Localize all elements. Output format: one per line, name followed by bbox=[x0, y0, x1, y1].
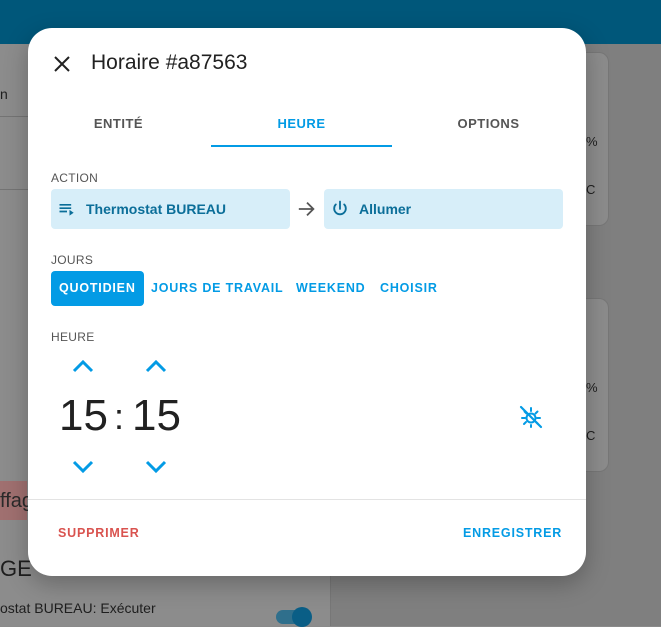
hour-value[interactable]: 15 bbox=[59, 392, 108, 440]
footer-divider bbox=[28, 499, 586, 500]
background-toggle bbox=[276, 607, 312, 627]
schedule-dialog: Horaire #a87563 ENTITÉ HEURE OPTIONS ACT… bbox=[28, 28, 586, 576]
hour-decrease-button[interactable] bbox=[65, 452, 101, 480]
day-option-weekend[interactable]: WEEKEND bbox=[296, 271, 366, 306]
background-text: C bbox=[586, 428, 596, 443]
tab-time[interactable]: HEURE bbox=[211, 110, 392, 146]
background-text: % bbox=[586, 134, 598, 149]
sun-mode-toggle-button[interactable] bbox=[518, 404, 544, 430]
background-text: n bbox=[0, 86, 8, 102]
time-separator: : bbox=[114, 396, 125, 437]
background-text: C bbox=[586, 182, 596, 197]
entity-chip[interactable]: Thermostat BUREAU bbox=[51, 189, 290, 229]
hour-increase-button[interactable] bbox=[65, 353, 101, 381]
arrow-right-icon bbox=[298, 201, 315, 217]
entity-name: Thermostat BUREAU bbox=[86, 201, 227, 217]
chevron-down-icon bbox=[145, 460, 167, 474]
close-icon bbox=[54, 56, 70, 72]
background-list-item: ostat BUREAU: Exécuter bbox=[0, 600, 156, 616]
close-button[interactable] bbox=[50, 52, 74, 76]
tab-options[interactable]: OPTIONS bbox=[398, 110, 579, 146]
chevron-down-icon bbox=[72, 460, 94, 474]
active-tab-indicator bbox=[211, 145, 392, 147]
tab-entity[interactable]: ENTITÉ bbox=[28, 110, 209, 146]
minute-value[interactable]: 15 bbox=[132, 392, 181, 440]
chevron-up-icon bbox=[145, 359, 167, 373]
day-option-choose[interactable]: CHOISIR bbox=[380, 271, 438, 306]
toggle-knob bbox=[292, 607, 312, 627]
power-icon bbox=[333, 200, 347, 216]
day-option-workdays[interactable]: JOURS DE TRAVAIL bbox=[151, 271, 283, 306]
chevron-up-icon bbox=[72, 359, 94, 373]
background-text: % bbox=[586, 380, 598, 395]
action-label: ACTION bbox=[51, 171, 99, 185]
save-button[interactable]: ENREGISTRER bbox=[463, 526, 562, 540]
playlist-play-icon bbox=[59, 204, 74, 216]
time-label: HEURE bbox=[51, 330, 95, 344]
day-option-daily[interactable]: QUOTIDIEN bbox=[51, 271, 144, 306]
weather-sunset-off-icon bbox=[519, 405, 543, 429]
service-name: Allumer bbox=[359, 201, 412, 217]
tab-bar: ENTITÉ HEURE OPTIONS bbox=[28, 110, 586, 148]
minute-decrease-button[interactable] bbox=[138, 452, 174, 480]
service-chip[interactable]: Allumer bbox=[324, 189, 563, 229]
background-heading: GE bbox=[0, 556, 32, 581]
dialog-title: Horaire #a87563 bbox=[91, 51, 248, 74]
delete-button[interactable]: SUPPRIMER bbox=[58, 526, 140, 540]
days-label: JOURS bbox=[51, 253, 94, 267]
minute-increase-button[interactable] bbox=[138, 353, 174, 381]
